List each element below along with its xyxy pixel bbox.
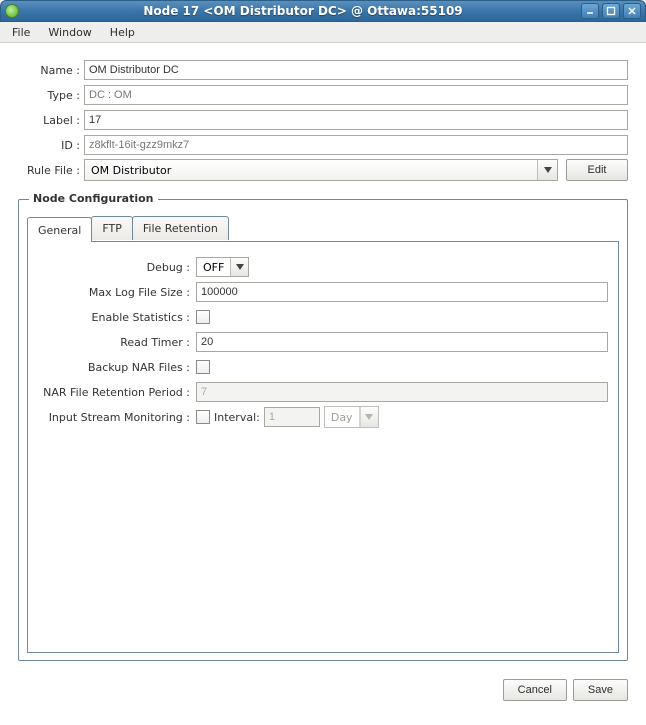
enablestats-label: Enable Statistics :: [38, 311, 196, 324]
cancel-button[interactable]: Cancel: [503, 679, 567, 701]
content-area: Name : Type : Label : ID : Rule File : O…: [0, 43, 646, 669]
tab-general[interactable]: General: [27, 217, 92, 242]
debug-value: OFF: [197, 261, 230, 274]
id-label: ID :: [18, 139, 84, 152]
tab-panel-general: Debug : OFF Max Log File Size : Enable S…: [27, 241, 619, 653]
minimize-button[interactable]: [581, 3, 599, 19]
interval-label: Interval:: [214, 411, 260, 424]
readtimer-label: Read Timer :: [38, 336, 196, 349]
backupnar-label: Backup NAR Files :: [38, 361, 196, 374]
tab-strip: General FTP File Retention: [27, 216, 619, 241]
dialog-footer: Cancel Save: [0, 669, 646, 701]
interval-unit-value: Day: [325, 407, 360, 427]
title-bar[interactable]: Node 17 <OM Distributor DC> @ Ottawa:551…: [0, 0, 646, 22]
close-button[interactable]: [623, 3, 641, 19]
edit-button[interactable]: Edit: [566, 159, 628, 181]
tab-file-retention[interactable]: File Retention: [132, 216, 229, 240]
menu-bar: File Window Help: [0, 22, 646, 43]
maxlog-label: Max Log File Size :: [38, 286, 196, 299]
label-field[interactable]: [84, 110, 628, 130]
menu-window[interactable]: Window: [40, 24, 99, 41]
chevron-down-icon: [537, 160, 557, 180]
chevron-down-icon: [230, 258, 248, 276]
inputstream-checkbox[interactable]: [196, 410, 210, 424]
save-button[interactable]: Save: [573, 679, 628, 701]
app-icon: [5, 4, 19, 18]
label-label: Label :: [18, 114, 84, 127]
narretention-field: [196, 382, 608, 402]
fieldset-title: Node Configuration: [29, 192, 158, 205]
rulefile-value: OM Distributor: [85, 164, 537, 177]
name-label: Name :: [18, 64, 84, 77]
menu-help[interactable]: Help: [102, 24, 143, 41]
type-field[interactable]: [84, 85, 628, 105]
rulefile-dropdown[interactable]: OM Distributor: [84, 159, 558, 181]
readtimer-field[interactable]: [196, 332, 608, 352]
menu-file[interactable]: File: [4, 24, 38, 41]
id-field[interactable]: [84, 135, 628, 155]
maxlog-field[interactable]: [196, 282, 608, 302]
interval-unit-dropdown: Day: [324, 406, 379, 428]
window-title: Node 17 <OM Distributor DC> @ Ottawa:551…: [25, 4, 581, 18]
debug-dropdown[interactable]: OFF: [196, 257, 249, 277]
rulefile-label: Rule File :: [18, 164, 84, 177]
type-label: Type :: [18, 89, 84, 102]
maximize-button[interactable]: [602, 3, 620, 19]
tab-ftp[interactable]: FTP: [91, 216, 133, 240]
narretention-label: NAR File Retention Period :: [38, 386, 196, 399]
debug-label: Debug :: [38, 261, 196, 274]
interval-field: [264, 407, 320, 427]
name-field[interactable]: [84, 60, 628, 80]
chevron-down-icon: [360, 407, 378, 427]
inputstream-label: Input Stream Monitoring :: [38, 411, 196, 424]
enablestats-checkbox[interactable]: [196, 310, 210, 324]
node-config-fieldset: Node Configuration General FTP File Rete…: [18, 199, 628, 661]
backupnar-checkbox[interactable]: [196, 360, 210, 374]
